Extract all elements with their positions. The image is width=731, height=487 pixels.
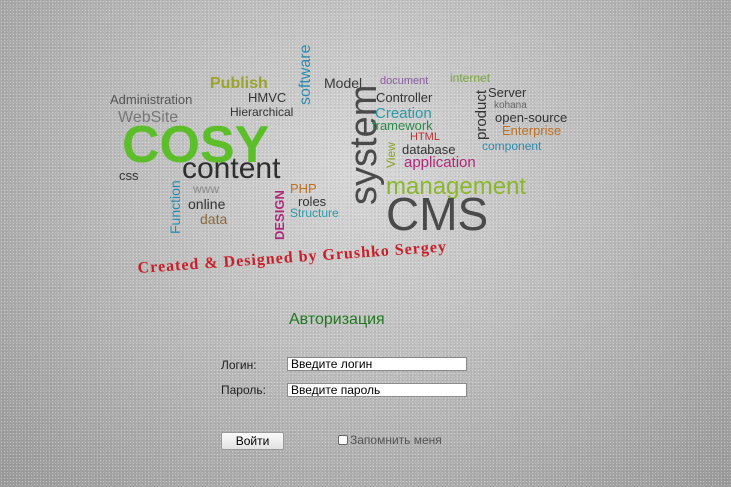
password-input[interactable]: [287, 383, 467, 397]
login-input[interactable]: [287, 357, 467, 371]
login-label: Логин:: [221, 358, 257, 372]
login-button[interactable]: Войти: [221, 432, 284, 450]
password-label: Пароль:: [221, 383, 266, 397]
remember-label: Запомнить меня: [350, 433, 442, 447]
auth-title: Авторизация: [289, 311, 385, 328]
remember-checkbox[interactable]: [338, 435, 348, 445]
login-panel: Авторизация Логин: Пароль: Войти Запомни…: [0, 0, 731, 487]
remember-me[interactable]: Запомнить меня: [338, 433, 442, 447]
